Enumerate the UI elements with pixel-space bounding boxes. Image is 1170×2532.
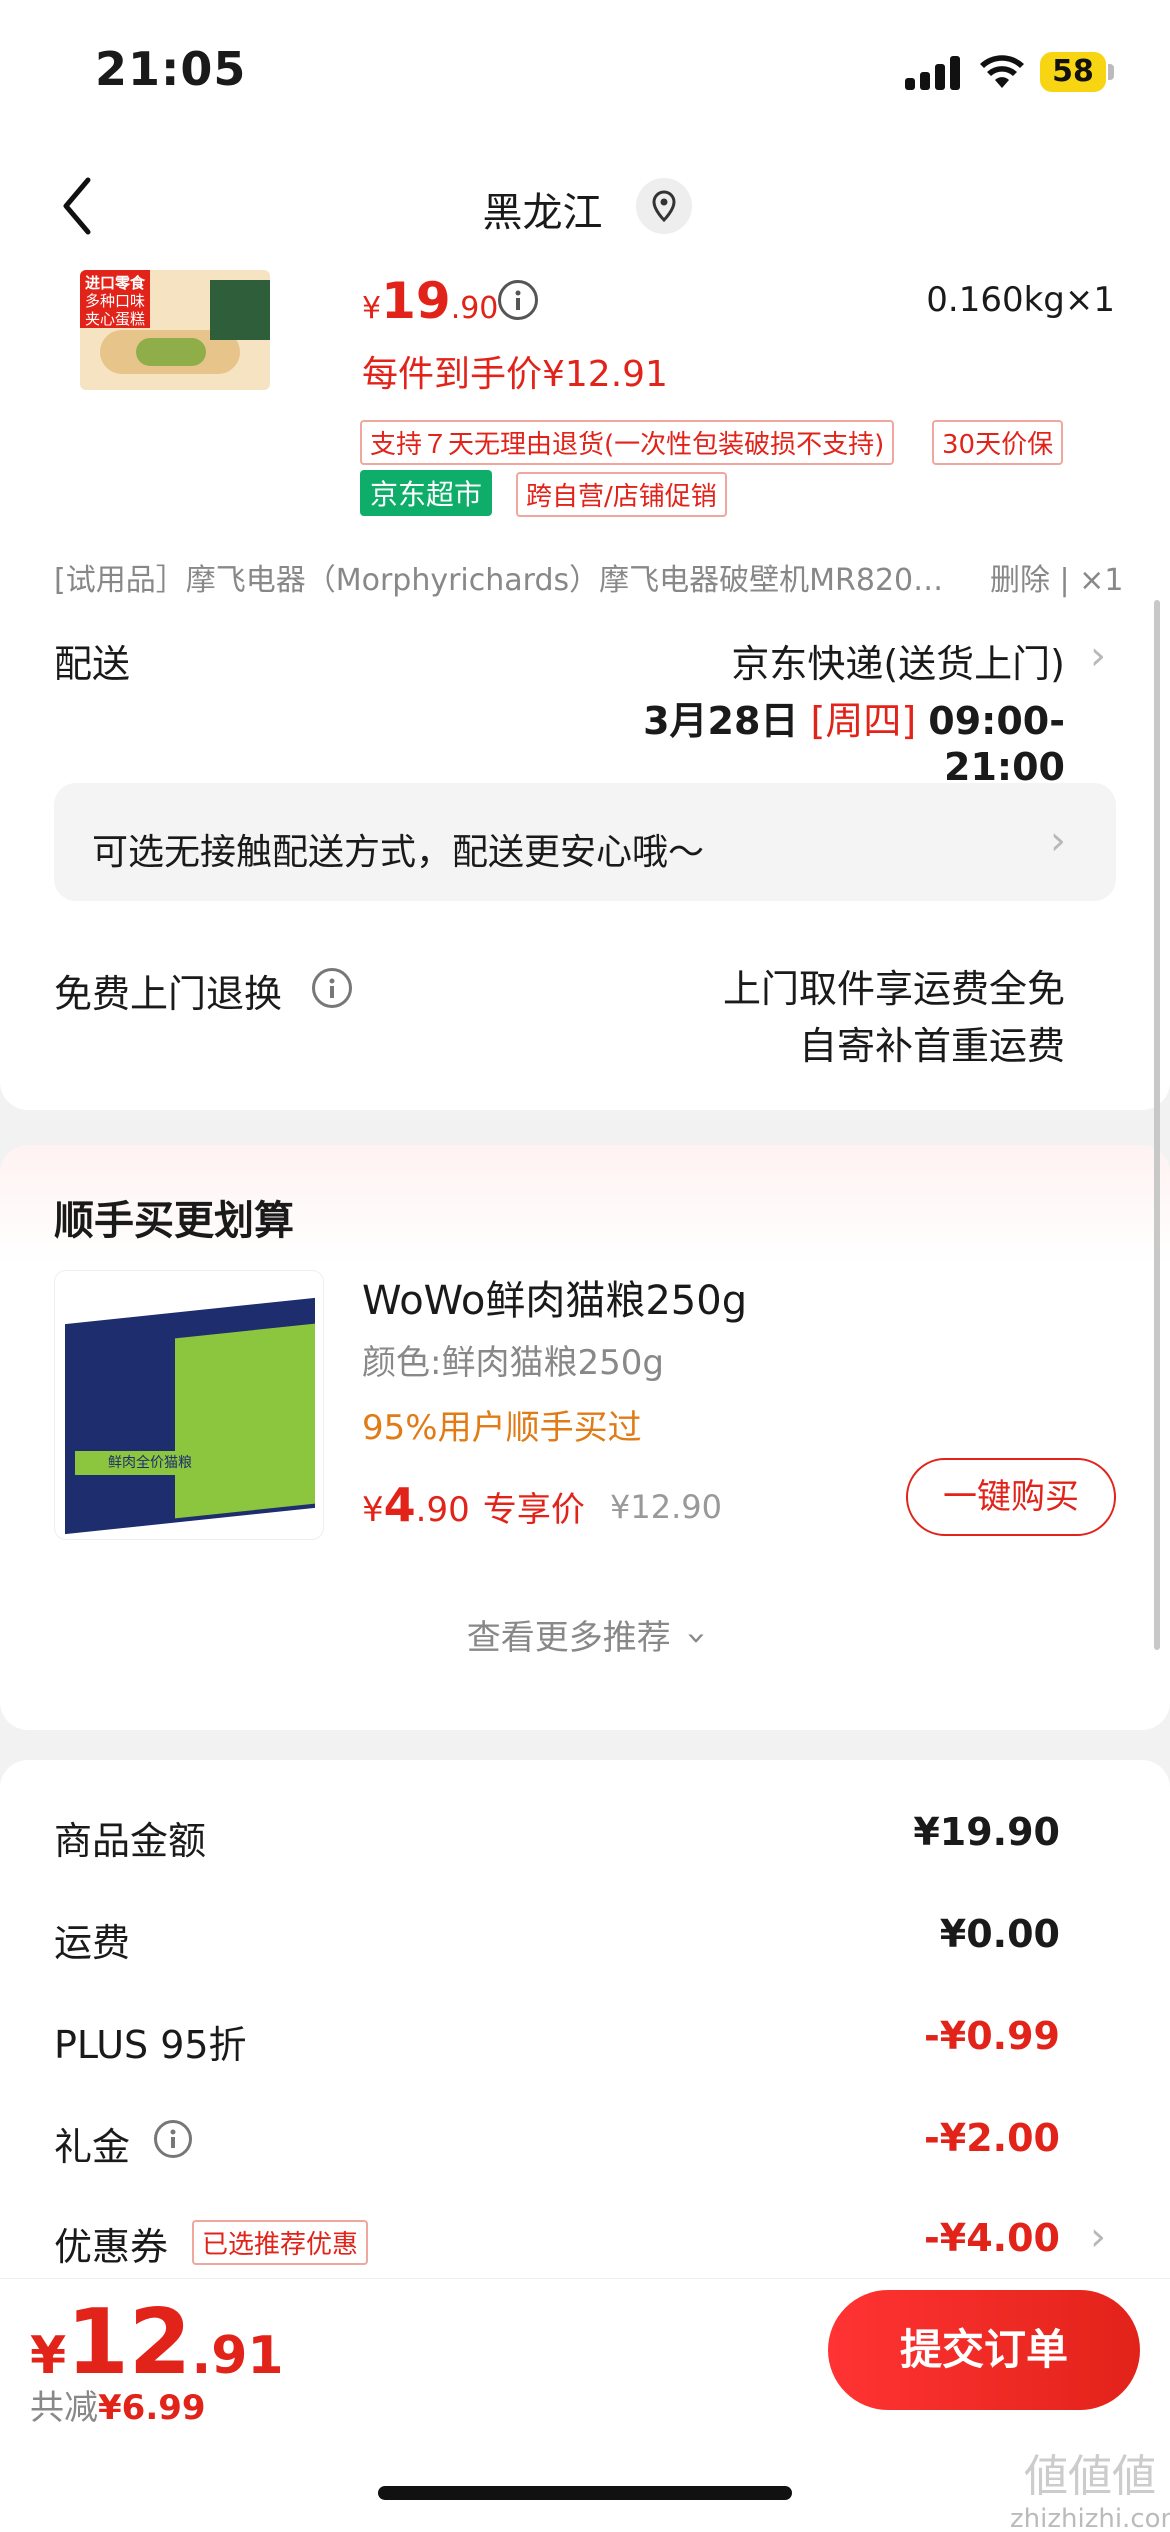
saved-value: ¥6.99 bbox=[98, 2388, 206, 2428]
summary-plus-value: -¥0.99 bbox=[924, 2014, 1060, 2058]
price-int: 19 bbox=[381, 272, 451, 330]
trial-item-actions[interactable]: 删除 | ×1 bbox=[990, 555, 1123, 599]
summary-goods-value: ¥19.90 bbox=[913, 1810, 1060, 1854]
cat-food-label: 鲜肉全价猫粮 bbox=[75, 1451, 225, 1475]
summary-goods-label: 商品金额 bbox=[54, 1819, 207, 1863]
return-info-icon[interactable] bbox=[312, 968, 352, 1008]
product-image-text-2: 多种口味 bbox=[84, 292, 145, 310]
recommend-title: 顺手买更划算 bbox=[54, 1198, 294, 1244]
total-saved: 共减¥6.99 bbox=[30, 2380, 206, 2429]
recommend-product-image[interactable]: 鲜肉全价猫粮 bbox=[54, 1270, 324, 1540]
summary-gift-label: 礼金 bbox=[54, 2125, 131, 2169]
trial-item-name: [试用品］摩飞电器（Morphyrichards）摩飞电器破壁机MR8201..… bbox=[54, 563, 954, 598]
contactless-text: 可选无接触配送方式，配送更安心哦～ bbox=[92, 832, 705, 873]
price-yen: ¥ bbox=[362, 291, 382, 326]
total-yen: ¥ bbox=[30, 2326, 67, 2386]
delivery-chevron-icon[interactable]: › bbox=[1090, 633, 1106, 679]
rec-price-int: 4 bbox=[383, 1478, 416, 1532]
gift-info-icon[interactable] bbox=[154, 2120, 192, 2158]
product-image-text-3: 夹心蛋糕 bbox=[84, 310, 145, 328]
summary-coupon-value[interactable]: -¥4.00 bbox=[800, 2216, 1060, 2260]
product-image-text-1: 进口零食 bbox=[84, 274, 145, 292]
submit-order-button[interactable]: 提交订单 bbox=[828, 2290, 1140, 2410]
delivery-date-row[interactable]: 3月28日 [周四] 09:00-21:00 bbox=[540, 690, 1065, 789]
return-self-send-text: 自寄补首重运费 bbox=[798, 1024, 1065, 1068]
return-pickup-text: 上门取件享运费全免 bbox=[722, 967, 1065, 1011]
chevron-down-icon: › bbox=[676, 1631, 717, 1645]
more-recommend-text: 查看更多推荐 bbox=[466, 1618, 671, 1658]
summary-shipping-label: 运费 bbox=[54, 1921, 131, 1965]
saved-label: 共减 bbox=[30, 2388, 98, 2428]
price-protect-tag: 30天价保 bbox=[932, 420, 1064, 465]
price-dec: .90 bbox=[450, 291, 499, 326]
rec-price-yen: ¥ bbox=[362, 1490, 384, 1530]
rec-price-label: 专享价 bbox=[482, 1490, 585, 1530]
rec-price-dec: .90 bbox=[415, 1490, 470, 1530]
jd-supermarket-tag: 京东超市 bbox=[360, 470, 493, 516]
package-shape bbox=[210, 280, 270, 340]
product-image-badge: 进口零食 多种口味 夹心蛋糕 bbox=[80, 270, 150, 328]
delivery-method[interactable]: 京东快递(送货上门) bbox=[600, 633, 1065, 688]
location-icon[interactable] bbox=[636, 178, 692, 234]
status-time: 21:05 bbox=[95, 42, 247, 96]
scrollbar[interactable] bbox=[1154, 600, 1160, 1650]
watermark-logo: 値値値 bbox=[1024, 2451, 1156, 2502]
delivery-time: 09:00-21:00 bbox=[928, 699, 1065, 789]
recommend-price: ¥4.90 专享价 bbox=[362, 1478, 585, 1532]
recommend-color: 颜色:鲜肉猫粮250g bbox=[362, 1343, 664, 1383]
delivery-weekday: [周四] bbox=[810, 699, 917, 743]
page-title: 黑龙江 bbox=[482, 190, 603, 236]
summary-plus-label: PLUS 95折 bbox=[54, 2023, 247, 2067]
wifi-icon bbox=[978, 50, 1026, 90]
recommend-product-name[interactable]: WoWo鲜肉猫粮250g bbox=[362, 1268, 747, 1326]
contactless-chevron-icon[interactable]: › bbox=[1050, 818, 1066, 864]
cat-face-panel bbox=[175, 1323, 315, 1519]
free-return-label: 免费上门退换 bbox=[54, 972, 283, 1016]
total-dec: .91 bbox=[191, 2326, 284, 2386]
more-recommend-link[interactable]: 查看更多推荐 › bbox=[0, 1610, 1170, 1659]
battery-tip bbox=[1108, 64, 1114, 80]
recommend-original-price: ¥12.90 bbox=[610, 1488, 722, 1526]
summary-gift-value: -¥2.00 bbox=[924, 2116, 1060, 2160]
delivery-label: 配送 bbox=[54, 642, 131, 686]
summary-coupon-label: 优惠券 bbox=[54, 2225, 169, 2269]
delivery-date: 3月28日 bbox=[643, 699, 799, 743]
return-policy-tag: 支持７天无理由退货(一次性包装破损不支持) bbox=[360, 420, 895, 465]
promo-tag: 跨自营/店铺促销 bbox=[516, 472, 727, 517]
unit-price: 每件到手价¥12.91 bbox=[362, 354, 668, 395]
info-icon[interactable] bbox=[498, 280, 538, 320]
home-indicator[interactable] bbox=[378, 2486, 792, 2500]
product-price: ¥19.90 bbox=[362, 272, 498, 330]
cake-filling bbox=[136, 338, 206, 366]
coupon-selected-tag: 已选推荐优惠 bbox=[192, 2220, 369, 2265]
signal-icon bbox=[905, 56, 961, 90]
product-image[interactable]: 进口零食 多种口味 夹心蛋糕 bbox=[80, 270, 270, 390]
watermark-url: zhizhizhi.com bbox=[1010, 2504, 1170, 2532]
one-click-buy-button[interactable]: 一键购买 bbox=[906, 1458, 1116, 1536]
product-weight-qty: 0.160kg×1 bbox=[926, 280, 1115, 320]
summary-shipping-value: ¥0.00 bbox=[939, 1912, 1060, 1956]
coupon-chevron-icon[interactable]: › bbox=[1090, 2214, 1106, 2260]
battery-icon: 58 bbox=[1040, 52, 1106, 92]
watermark: 値値値 zhizhizhi.com bbox=[1010, 2440, 1170, 2532]
recommend-bought-rate: 95%用户顺手买过 bbox=[362, 1408, 642, 1448]
